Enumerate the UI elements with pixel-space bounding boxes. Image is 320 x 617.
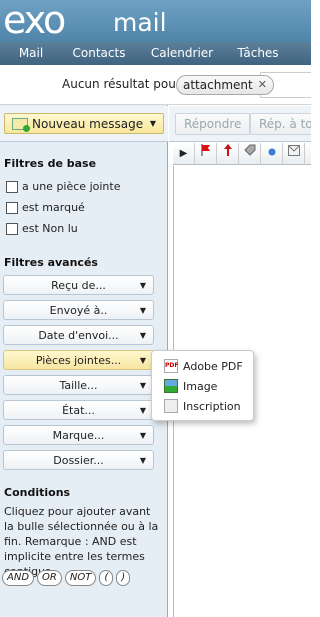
checkbox[interactable]	[6, 180, 18, 193]
checkbox[interactable]	[6, 222, 18, 235]
filter-flagged[interactable]: est marqué	[6, 201, 85, 214]
exo-logo: exo	[3, 0, 66, 42]
dropdown-arrow-icon: ▼	[139, 381, 146, 390]
reply-all-button[interactable]: Rép. à tou	[250, 113, 311, 135]
filter-label: est marqué	[22, 201, 85, 214]
remove-term-icon[interactable]: ✕	[258, 76, 267, 94]
chevron-down-icon[interactable]: ▼	[150, 119, 156, 128]
op-or-button[interactable]: OR	[37, 570, 62, 586]
menu-item-label: Inscription	[183, 399, 241, 413]
attachment-type-menu: PDF Adobe PDF Image Inscription	[151, 350, 254, 421]
dropdown-arrow-icon: ▼	[139, 331, 146, 340]
nav-taches[interactable]: Tâches	[228, 42, 288, 65]
search-term: attachment	[183, 78, 253, 92]
dropdown-arrow-icon: ▼	[139, 406, 146, 415]
mail-logo: mail	[113, 8, 167, 37]
filter-button-label: Pièces jointes...	[35, 354, 122, 367]
checkbox[interactable]	[6, 201, 18, 214]
main-nav: Mail Contacts Calendrier Tâches	[0, 42, 311, 65]
filter-folder[interactable]: Dossier... ▼	[3, 450, 154, 470]
menu-item-pdf[interactable]: PDF Adobe PDF	[164, 359, 243, 373]
filter-label: a une pièce jointe	[22, 180, 121, 193]
filter-size[interactable]: Taille... ▼	[3, 375, 154, 395]
filter-attachments[interactable]: Pièces jointes... ▼	[3, 350, 154, 370]
filter-button-label: Marque...	[52, 429, 105, 442]
flag-icon[interactable]	[195, 143, 217, 165]
nav-contacts[interactable]: Contacts	[62, 42, 136, 65]
search-term-chip[interactable]: attachment ✕	[176, 75, 274, 95]
filter-button-label: État...	[62, 404, 95, 417]
nav-mail[interactable]: Mail	[0, 42, 62, 65]
expand-icon[interactable]: ▶	[173, 143, 195, 165]
menu-item-label: Image	[183, 379, 218, 393]
op-not-button[interactable]: NOT	[64, 570, 97, 586]
status-dot-icon[interactable]	[261, 143, 283, 165]
op-close-paren-button[interactable]: )	[116, 570, 131, 586]
nav-calendrier[interactable]: Calendrier	[136, 42, 228, 65]
filter-tag[interactable]: Marque... ▼	[3, 425, 154, 445]
conditions-help-text: Cliquez pour ajouter avant la bulle séle…	[4, 505, 159, 578]
app-root: { "brand": {"exo": "exo", "mail": "mail"…	[0, 0, 311, 617]
read-status-icon[interactable]	[283, 143, 305, 165]
filter-button-label: Reçu de...	[51, 279, 106, 292]
message-list-header: ▶	[173, 143, 311, 165]
pdf-icon: PDF	[164, 359, 178, 373]
filter-received-from[interactable]: Reçu de... ▼	[3, 275, 154, 295]
app-header: exo mail	[0, 0, 311, 42]
reply-button[interactable]: Répondre	[175, 113, 251, 135]
tag-icon[interactable]	[239, 143, 261, 165]
filter-label: est Non lu	[22, 222, 78, 235]
image-icon	[164, 379, 178, 393]
search-result-label: Aucun résultat pour :	[62, 77, 189, 91]
dropdown-arrow-icon: ▼	[139, 456, 146, 465]
filter-sent-to[interactable]: Envoyé à.. ▼	[3, 300, 154, 320]
filter-button-label: Taille...	[59, 379, 98, 392]
menu-item-inscription[interactable]: Inscription	[164, 399, 241, 413]
filter-send-date[interactable]: Date d'envoi... ▼	[3, 325, 154, 345]
advanced-filters-title: Filtres avancés	[4, 256, 98, 269]
priority-icon[interactable]	[217, 143, 239, 165]
menu-item-image[interactable]: Image	[164, 379, 217, 393]
new-message-button[interactable]: Nouveau message ▼	[4, 113, 164, 134]
new-message-icon	[12, 117, 30, 132]
condition-operators: AND OR NOT ( )	[2, 570, 131, 586]
filter-button-label: Envoyé à..	[49, 304, 108, 317]
dropdown-arrow-icon: ▼	[139, 356, 146, 365]
menu-item-label: Adobe PDF	[183, 359, 243, 373]
dropdown-arrow-icon: ▼	[139, 281, 146, 290]
filter-unread[interactable]: est Non lu	[6, 222, 78, 235]
dropdown-arrow-icon: ▼	[139, 306, 146, 315]
op-open-paren-button[interactable]: (	[99, 570, 114, 586]
op-and-button[interactable]: AND	[2, 570, 35, 586]
conditions-title: Conditions	[4, 486, 71, 499]
filter-button-label: Dossier...	[53, 454, 104, 467]
new-message-label: Nouveau message	[32, 116, 144, 131]
filter-status[interactable]: État... ▼	[3, 400, 154, 420]
filter-has-attachment[interactable]: a une pièce jointe	[6, 180, 120, 193]
dropdown-arrow-icon: ▼	[139, 431, 146, 440]
filter-button-label: Date d'envoi...	[38, 329, 119, 342]
calendar-invite-icon	[164, 399, 178, 413]
basic-filters-title: Filtres de base	[4, 157, 97, 170]
